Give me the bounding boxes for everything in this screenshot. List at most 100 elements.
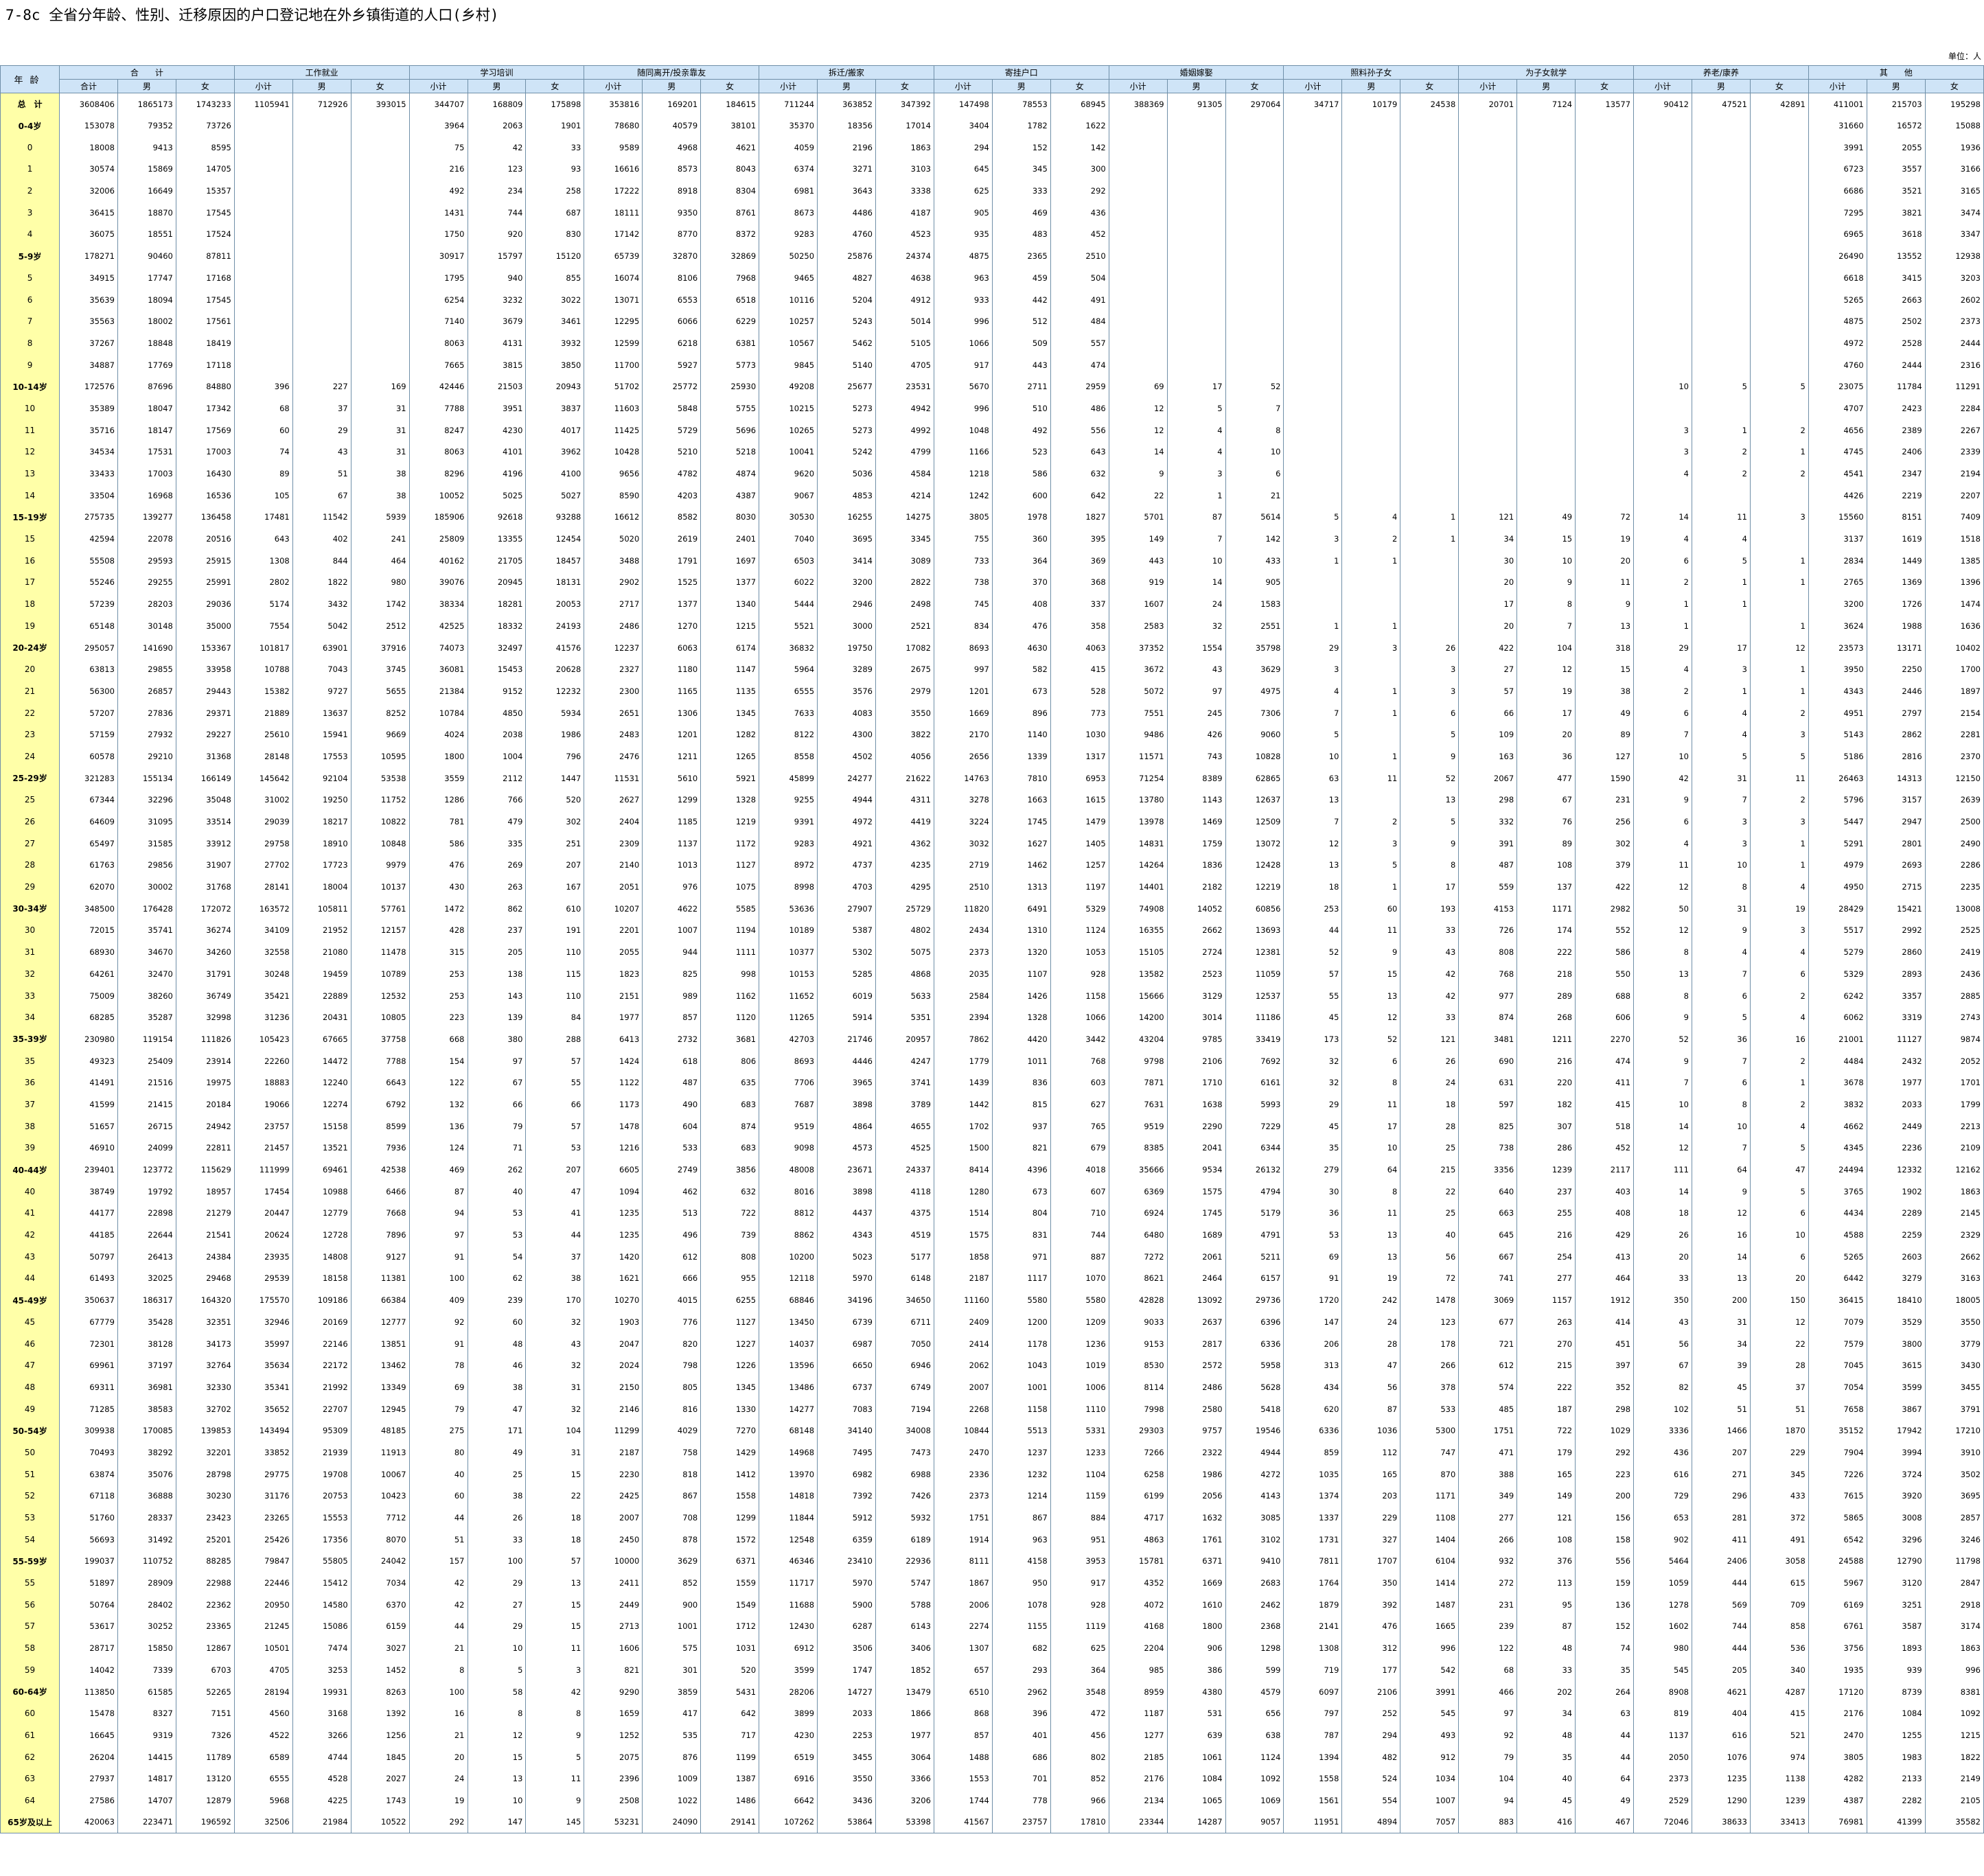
value-cell: 4 xyxy=(1633,658,1692,681)
table-header: 年龄合 计工作就业 学习培训 随同离开/投亲靠友 拆迁/搬家 寄挂户口 婚姻嫁娶 照料孙子女… xyxy=(0,65,1984,93)
value-cell: 24099 xyxy=(117,1137,176,1159)
value-cell: 223 xyxy=(408,1006,468,1029)
value-cell: 15088 xyxy=(1924,115,1984,137)
value-cell: 100 xyxy=(408,1267,468,1290)
value-cell: 19 xyxy=(1341,1267,1400,1290)
value-cell: 933 xyxy=(933,288,993,311)
value-cell: 2213 xyxy=(1924,1115,1984,1137)
value-cell: 2432 xyxy=(1866,1050,1926,1072)
value-cell: 33504 xyxy=(59,484,118,507)
value-cell: 5 xyxy=(1341,854,1400,877)
value-cell: 4 xyxy=(1166,419,1226,441)
value-cell: 9 xyxy=(1108,463,1168,485)
value-cell xyxy=(233,267,293,289)
value-cell: 3599 xyxy=(759,1659,818,1681)
value-cell: 10822 xyxy=(350,811,410,833)
value-cell: 26463 xyxy=(1808,767,1867,789)
value-cell xyxy=(1633,115,1692,137)
value-cell: 1743 xyxy=(350,1790,410,1811)
value-cell xyxy=(1283,201,1342,224)
value-cell: 8 xyxy=(467,1702,526,1725)
value-cell: 1619 xyxy=(1866,528,1926,550)
age-cell: 20 xyxy=(0,658,60,681)
value-cell: 2194 xyxy=(1924,463,1984,485)
value-cell: 17 xyxy=(1516,702,1576,724)
value-cell xyxy=(1575,463,1634,485)
value-cell: 1200 xyxy=(991,1311,1051,1333)
value-cell xyxy=(1516,332,1576,354)
value-cell: 2055 xyxy=(1866,136,1926,159)
population-table: 年龄合 计工作就业 学习培训 随同离开/投亲靠友 拆迁/搬家 寄挂户口 婚姻嫁娶 照料孙子女… xyxy=(0,65,1984,1833)
table-row: 20 63813 29855 33958 10788 7043 3745 36081 15453… xyxy=(0,658,1984,681)
value-cell: 31492 xyxy=(117,1528,176,1551)
value-cell: 25876 xyxy=(817,245,876,267)
age-cell: 45 xyxy=(0,1311,60,1333)
table-row: 36 41491 21516 19975 18883 12240 6643 122 67 55 11… xyxy=(0,1072,1984,1094)
value-cell: 4 xyxy=(1283,680,1342,702)
value-cell: 1 xyxy=(1691,593,1751,615)
value-cell: 48185 xyxy=(350,1420,410,1442)
value-cell: 4187 xyxy=(875,201,934,224)
value-cell xyxy=(1166,201,1226,224)
value-cell: 47 xyxy=(525,1180,584,1203)
value-cell: 11652 xyxy=(759,984,818,1007)
value-cell: 38101 xyxy=(700,115,759,137)
value-cell: 20753 xyxy=(292,1485,351,1507)
value-cell: 616 xyxy=(1691,1724,1751,1746)
value-cell: 2149 xyxy=(1924,1768,1984,1790)
value-cell: 18131 xyxy=(525,571,584,594)
value-cell: 12 xyxy=(1341,1006,1400,1029)
value-cell xyxy=(1633,223,1692,246)
value-cell: 234 xyxy=(467,180,526,202)
value-cell: 6953 xyxy=(1050,767,1109,789)
value-cell: 19 xyxy=(1575,528,1634,550)
value-cell: 5462 xyxy=(817,332,876,354)
value-cell: 1215 xyxy=(1924,1724,1984,1746)
value-cell: 6518 xyxy=(700,288,759,311)
value-cell: 1627 xyxy=(991,832,1051,855)
value-cell xyxy=(1516,223,1576,246)
value-cell: 9669 xyxy=(350,723,410,746)
value-cell: 79 xyxy=(467,1115,526,1137)
value-cell: 11789 xyxy=(175,1746,235,1768)
value-cell: 1439 xyxy=(933,1072,993,1094)
value-cell: 5970 xyxy=(817,1267,876,1290)
value-cell xyxy=(1225,201,1284,224)
value-cell: 13970 xyxy=(759,1463,818,1485)
value-cell: 26 xyxy=(1633,1224,1692,1246)
table-row: 53 51760 28337 23423 23265 15553 7712 44 26 18 200… xyxy=(0,1507,1984,1529)
value-cell: 491 xyxy=(1749,1528,1809,1551)
value-cell: 7 xyxy=(1633,1072,1692,1094)
value-cell: 1572 xyxy=(700,1528,759,1551)
value-cell: 297064 xyxy=(1225,93,1284,115)
value-cell: 165 xyxy=(1516,1463,1576,1485)
value-cell: 36415 xyxy=(1808,1289,1867,1311)
value-cell: 1404 xyxy=(1400,1528,1459,1551)
value-cell: 170 xyxy=(525,1289,584,1311)
value-cell: 4380 xyxy=(1166,1680,1226,1703)
value-cell: 12 xyxy=(1749,636,1809,659)
value-cell: 607 xyxy=(1050,1180,1109,1203)
value-cell: 7631 xyxy=(1108,1093,1168,1115)
table-row: 42 44185 22644 21541 20624 12728 7896 97 53 44 123… xyxy=(0,1224,1984,1246)
value-cell: 989 xyxy=(642,984,701,1007)
value-cell: 64261 xyxy=(59,963,118,985)
value-cell: 11752 xyxy=(350,789,410,811)
age-cell: 57 xyxy=(0,1615,60,1638)
value-cell: 5 xyxy=(1749,745,1809,767)
value-cell: 33 xyxy=(1400,919,1459,942)
value-cell: 6519 xyxy=(759,1746,818,1768)
value-cell xyxy=(1400,549,1459,572)
value-cell: 2512 xyxy=(350,615,410,637)
value-cell: 53 xyxy=(525,1137,584,1159)
value-cell: 79 xyxy=(408,1398,468,1420)
value-cell: 12779 xyxy=(292,1202,351,1225)
value-cell: 8530 xyxy=(1108,1354,1168,1377)
value-cell: 2637 xyxy=(1166,1311,1226,1333)
value-cell: 3442 xyxy=(1050,1028,1109,1050)
value-cell: 43 xyxy=(1633,1311,1692,1333)
value-cell: 66 xyxy=(467,1093,526,1115)
table-row-age-group: 60-64岁 113850 61585 52265 28194 19931 8263 100 5… xyxy=(0,1680,1984,1703)
value-cell: 38292 xyxy=(117,1441,176,1463)
value-cell: 42538 xyxy=(350,1159,410,1181)
